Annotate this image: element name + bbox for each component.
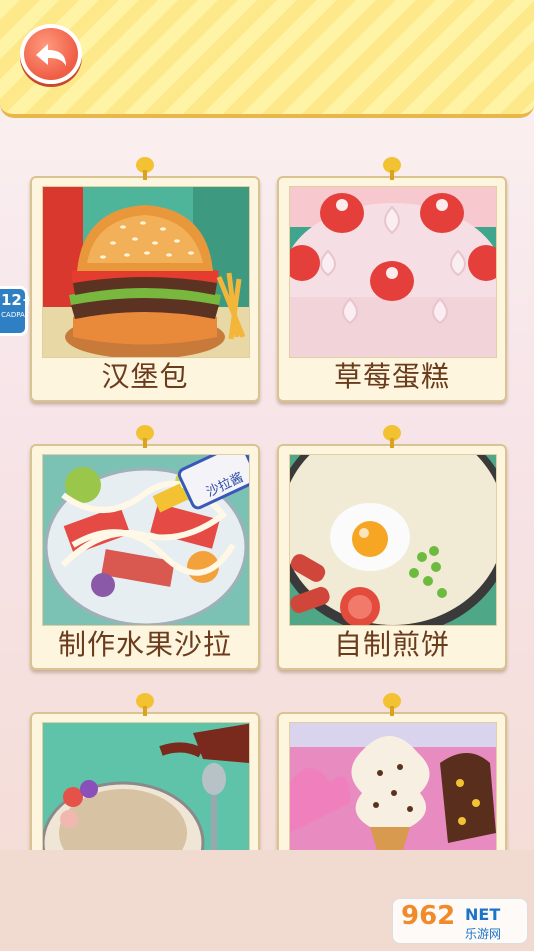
card-label: 自制煎饼 [333, 628, 450, 661]
age-rating-text: 12+ [1, 291, 35, 309]
pin-icon [136, 425, 154, 448]
pin-icon [136, 157, 154, 180]
strawberry-cake-image [289, 186, 497, 358]
watermark: 962 NET 乐游网 [392, 898, 528, 944]
watermark-sub: 乐游网 [465, 927, 502, 941]
pin-icon [383, 425, 401, 448]
watermark-number: 962 [401, 901, 456, 931]
recipe-card-burger[interactable]: 汉堡包 [30, 157, 260, 402]
pin-icon [383, 157, 401, 180]
age-rating-badge: 12+ CADPA [0, 286, 35, 336]
card-label: 制作水果沙拉 [57, 628, 232, 661]
burger-image [42, 186, 250, 358]
card-label: 汉堡包 [101, 360, 189, 393]
card-label: 草莓蛋糕 [333, 360, 450, 393]
back-arrow-icon [36, 44, 66, 66]
pin-icon [136, 693, 154, 716]
watermark-net: NET [465, 905, 501, 924]
fruit-salad-image: 沙拉酱 [42, 454, 250, 626]
recipe-card-pancake[interactable]: 自制煎饼 [277, 425, 507, 670]
pin-icon [383, 693, 401, 716]
back-button[interactable] [20, 24, 82, 84]
recipe-card-fruit-salad[interactable]: 沙拉酱 制作水果沙拉 [30, 425, 260, 670]
pancake-image [289, 454, 497, 626]
top-bar [0, 0, 534, 118]
age-rating-org: CADPA [1, 311, 25, 319]
recipe-card-strawberry-cake[interactable]: 草莓蛋糕 [277, 157, 507, 402]
